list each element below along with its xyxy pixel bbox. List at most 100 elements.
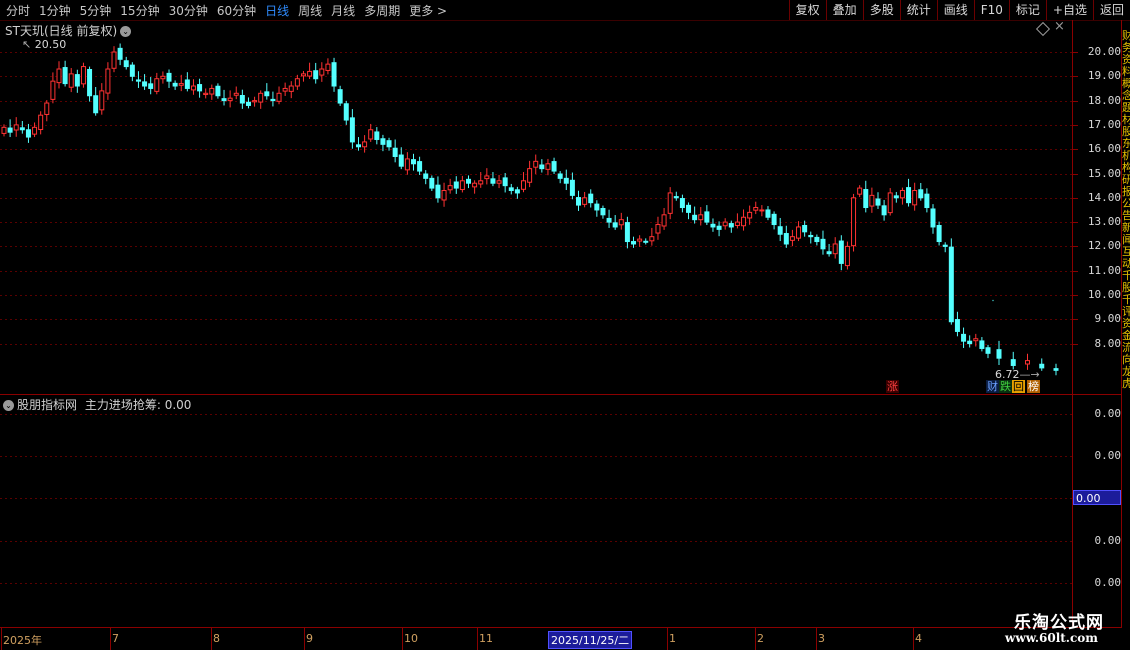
candle-body bbox=[447, 185, 453, 191]
candle-body bbox=[337, 89, 343, 104]
price-tick-label: 16.00 bbox=[1087, 142, 1121, 156]
candle-body bbox=[563, 177, 569, 184]
candle-body bbox=[325, 63, 331, 71]
candle-body bbox=[209, 87, 215, 95]
event-marker[interactable]: 回 bbox=[1012, 380, 1025, 393]
candle-body bbox=[673, 196, 679, 199]
candle-body bbox=[851, 197, 857, 247]
candle-body bbox=[239, 94, 245, 104]
candle-body bbox=[392, 147, 398, 157]
candle-body bbox=[924, 193, 930, 209]
price-tick-label: 10.00 bbox=[1087, 288, 1121, 301]
candle-body bbox=[612, 222, 618, 228]
date-tick-label: 2 bbox=[757, 632, 764, 645]
candle-body bbox=[459, 180, 465, 191]
candle-body bbox=[869, 194, 875, 207]
candle-body bbox=[716, 225, 722, 230]
price-tick-label: 9.00 bbox=[1094, 312, 1122, 326]
candle-body bbox=[362, 141, 368, 148]
event-marker[interactable]: 榜 bbox=[1027, 380, 1040, 393]
candle-body bbox=[930, 208, 936, 228]
candle-body bbox=[985, 347, 991, 354]
price-tick-label: 15.00 bbox=[1087, 166, 1121, 180]
price-tick-label: 19.00 bbox=[1087, 69, 1121, 83]
candle-body bbox=[814, 236, 820, 243]
candle-body bbox=[838, 240, 844, 264]
candle-body bbox=[68, 73, 74, 88]
indicator-name: 主力进场抢筹: 0.00 bbox=[84, 398, 192, 412]
candle-body bbox=[135, 79, 141, 82]
candle-body bbox=[551, 161, 557, 172]
candle-body bbox=[808, 234, 814, 238]
candle-body bbox=[178, 83, 184, 86]
candle-body bbox=[190, 85, 196, 91]
candle-body bbox=[423, 173, 429, 179]
candle-body bbox=[435, 184, 441, 199]
candle-body bbox=[539, 164, 545, 170]
candle-body bbox=[203, 92, 209, 96]
candle-body bbox=[197, 84, 203, 92]
candle-body bbox=[698, 214, 704, 221]
candle-body bbox=[618, 219, 624, 226]
candle-body bbox=[227, 97, 233, 102]
candle-body bbox=[160, 75, 166, 80]
candle-body bbox=[692, 214, 698, 221]
candle-body bbox=[765, 209, 771, 218]
candle-body bbox=[967, 340, 973, 345]
candle-body bbox=[258, 92, 264, 103]
event-marker[interactable]: 财 bbox=[986, 380, 999, 393]
candle-body bbox=[142, 81, 148, 87]
candle-body bbox=[32, 126, 38, 135]
watermark-logo: 乐淘公式网 bbox=[1014, 613, 1104, 633]
candle-body bbox=[7, 127, 13, 133]
candle-body bbox=[899, 190, 905, 199]
candle-body bbox=[276, 92, 282, 102]
candle-body bbox=[1025, 360, 1030, 365]
candle-body bbox=[56, 68, 62, 84]
candle-body bbox=[13, 124, 19, 131]
candle-body bbox=[832, 243, 838, 255]
candle-body bbox=[643, 240, 649, 243]
candle-body bbox=[386, 140, 392, 148]
candle-body bbox=[215, 85, 221, 97]
candle-body bbox=[62, 67, 68, 85]
price-tick-label: 18.00 bbox=[1087, 93, 1121, 107]
candle-body bbox=[233, 92, 239, 96]
event-marker[interactable]: 跌 bbox=[999, 380, 1012, 393]
date-tick-label: 7 bbox=[112, 632, 119, 645]
candle-body bbox=[557, 173, 563, 179]
candle-body bbox=[404, 158, 410, 171]
candle-body bbox=[954, 319, 960, 332]
price-tick-label: 17.00 bbox=[1087, 117, 1121, 131]
candle-body bbox=[349, 117, 355, 143]
candle-body bbox=[313, 70, 319, 80]
candle-body bbox=[844, 245, 850, 267]
candle-body bbox=[294, 78, 300, 87]
candle-body bbox=[918, 189, 924, 199]
candle-body bbox=[410, 159, 416, 165]
indicator-tick-label: 0.00 bbox=[1094, 534, 1122, 547]
candle-body bbox=[148, 83, 154, 89]
candle-body bbox=[398, 154, 404, 167]
indicator-tick-label: 0.00 bbox=[1094, 576, 1122, 589]
candle-body bbox=[154, 78, 160, 92]
event-marker[interactable]: 涨 bbox=[886, 380, 899, 393]
chevron-down-icon[interactable]: ⌄ bbox=[3, 400, 14, 411]
kline-chart[interactable] bbox=[0, 0, 1130, 650]
indicator-value: 0.00 bbox=[1076, 492, 1101, 505]
candle-body bbox=[380, 138, 386, 145]
candle-body bbox=[417, 161, 423, 172]
date-tick-label: 9 bbox=[306, 632, 313, 645]
price-tick-label: 12.00 bbox=[1087, 239, 1121, 253]
candle-body bbox=[887, 192, 893, 214]
price-tick-label: 11.00 bbox=[1087, 263, 1121, 277]
candle-body bbox=[221, 98, 227, 102]
candle-body bbox=[172, 82, 178, 87]
candle-body bbox=[1010, 359, 1016, 366]
price-tick-label: 20.00 bbox=[1087, 45, 1121, 58]
candle-body bbox=[1053, 368, 1059, 371]
candle-body bbox=[661, 214, 667, 227]
candle-body bbox=[1039, 363, 1045, 369]
candle-body bbox=[863, 189, 869, 209]
candle-body bbox=[588, 193, 594, 204]
